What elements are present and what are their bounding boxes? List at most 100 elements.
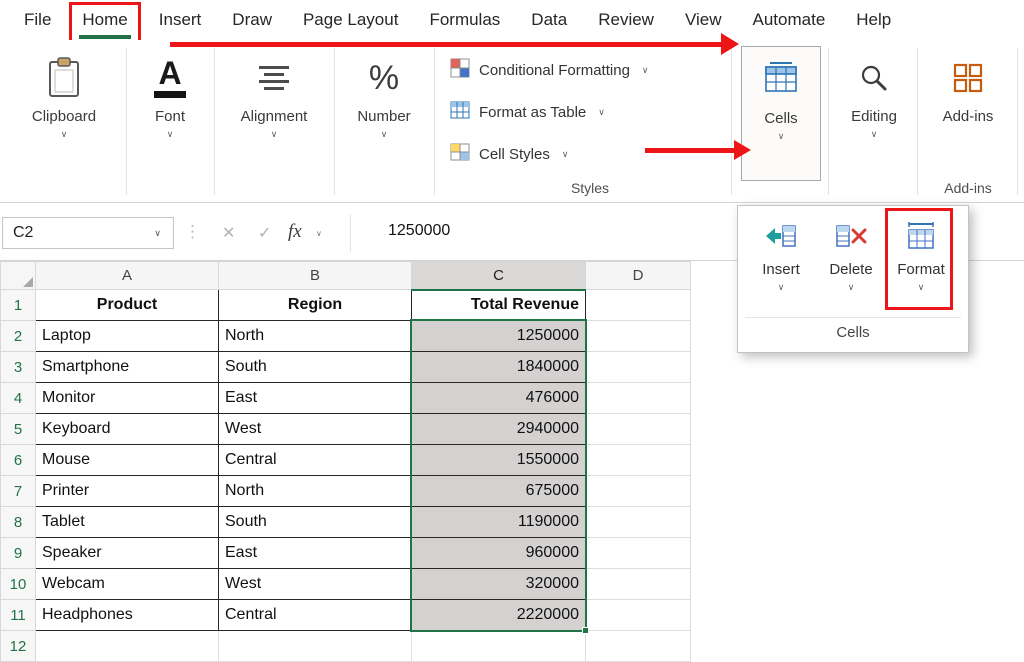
editing-group-button[interactable]: Editing ∨ xyxy=(831,50,917,139)
cell-D2[interactable] xyxy=(586,321,691,352)
cancel-icon[interactable]: ✕ xyxy=(222,223,235,243)
alignment-group-button[interactable]: Alignment ∨ xyxy=(216,50,332,139)
menu-tab-insert[interactable]: Insert xyxy=(159,10,202,30)
select-all-corner[interactable] xyxy=(1,262,36,290)
row-header-10[interactable]: 10 xyxy=(1,569,36,600)
row-header-12[interactable]: 12 xyxy=(1,631,36,662)
row-header-2[interactable]: 2 xyxy=(1,321,36,352)
cell-A3[interactable]: Smartphone xyxy=(36,352,219,383)
formula-bar-splitter[interactable]: ⋮ xyxy=(184,222,201,242)
menu-tab-file[interactable]: File xyxy=(24,10,51,30)
cell-C4[interactable]: 476000 xyxy=(412,383,586,414)
insert-menu-label: Insert xyxy=(762,261,800,278)
cell-A11[interactable]: Headphones xyxy=(36,600,219,631)
column-header-a[interactable]: A xyxy=(36,262,219,290)
cell-B12[interactable] xyxy=(219,631,412,662)
formula-input[interactable]: 1250000 xyxy=(388,222,450,240)
delete-menu-button[interactable]: Delete ∨ xyxy=(819,219,883,293)
cell-A2[interactable]: Laptop xyxy=(36,321,219,352)
cell-B10[interactable]: West xyxy=(219,569,412,600)
cell-D7[interactable] xyxy=(586,476,691,507)
cell-D3[interactable] xyxy=(586,352,691,383)
cell-D6[interactable] xyxy=(586,445,691,476)
row-header-5[interactable]: 5 xyxy=(1,414,36,445)
name-box[interactable]: C2 ∨ xyxy=(2,217,174,249)
font-group-button[interactable]: A Font ∨ xyxy=(128,50,212,139)
row-header-6[interactable]: 6 xyxy=(1,445,36,476)
cell-D10[interactable] xyxy=(586,569,691,600)
cell-D5[interactable] xyxy=(586,414,691,445)
cell-A5[interactable]: Keyboard xyxy=(36,414,219,445)
addins-button[interactable]: Add-ins xyxy=(922,50,1014,125)
chevron-down-icon: ∨ xyxy=(778,282,785,293)
cell-A6[interactable]: Mouse xyxy=(36,445,219,476)
cell-A7[interactable]: Printer xyxy=(36,476,219,507)
conditional-formatting-button[interactable]: Conditional Formatting ∨ xyxy=(450,56,649,84)
cell-B8[interactable]: South xyxy=(219,507,412,538)
menu-tab-home[interactable]: Home xyxy=(82,10,127,30)
cell-B7[interactable]: North xyxy=(219,476,412,507)
cell-D12[interactable] xyxy=(586,631,691,662)
row-header-7[interactable]: 7 xyxy=(1,476,36,507)
row-header-9[interactable]: 9 xyxy=(1,538,36,569)
menu-tab-draw[interactable]: Draw xyxy=(232,10,272,30)
cell-B1[interactable]: Region xyxy=(219,290,412,321)
cell-B5[interactable]: West xyxy=(219,414,412,445)
cell-C9[interactable]: 960000 xyxy=(412,538,586,569)
cell-C10[interactable]: 320000 xyxy=(412,569,586,600)
column-header-c[interactable]: C xyxy=(412,262,586,290)
format-as-table-button[interactable]: Format as Table ∨ xyxy=(450,98,605,126)
number-group-button[interactable]: % Number ∨ xyxy=(336,50,432,139)
cell-D4[interactable] xyxy=(586,383,691,414)
cell-C12[interactable] xyxy=(412,631,586,662)
cell-D8[interactable] xyxy=(586,507,691,538)
row-header-3[interactable]: 3 xyxy=(1,352,36,383)
cell-styles-button[interactable]: Cell Styles ∨ xyxy=(450,140,568,168)
menu-tab-review[interactable]: Review xyxy=(598,10,654,30)
cell-B6[interactable]: Central xyxy=(219,445,412,476)
menu-tab-help[interactable]: Help xyxy=(856,10,891,30)
column-header-b[interactable]: B xyxy=(219,262,412,290)
cell-A4[interactable]: Monitor xyxy=(36,383,219,414)
cell-B2[interactable]: North xyxy=(219,321,412,352)
cells-group-button[interactable]: Cells ∨ xyxy=(741,46,821,181)
chevron-down-icon[interactable]: ∨ xyxy=(154,228,161,239)
cell-B4[interactable]: East xyxy=(219,383,412,414)
row-header-4[interactable]: 4 xyxy=(1,383,36,414)
cell-A12[interactable] xyxy=(36,631,219,662)
cell-D1[interactable] xyxy=(586,290,691,321)
cell-C11[interactable]: 2220000 xyxy=(412,600,586,631)
cell-C1[interactable]: Total Revenue xyxy=(412,290,586,321)
grid-row-10: 10WebcamWest320000 xyxy=(1,569,691,600)
cell-D9[interactable] xyxy=(586,538,691,569)
clipboard-group-button[interactable]: Clipboard ∨ xyxy=(8,50,120,139)
row-header-11[interactable]: 11 xyxy=(1,600,36,631)
cell-B3[interactable]: South xyxy=(219,352,412,383)
cell-B9[interactable]: East xyxy=(219,538,412,569)
column-header-d[interactable]: D xyxy=(586,262,691,290)
chevron-down-icon: ∨ xyxy=(642,65,649,76)
cell-A9[interactable]: Speaker xyxy=(36,538,219,569)
cell-A10[interactable]: Webcam xyxy=(36,569,219,600)
cell-C2[interactable]: 1250000 xyxy=(412,321,586,352)
insert-function-icon[interactable]: fx xyxy=(288,221,302,243)
menu-tab-automate[interactable]: Automate xyxy=(753,10,826,30)
insert-menu-button[interactable]: Insert ∨ xyxy=(749,219,813,293)
cell-C6[interactable]: 1550000 xyxy=(412,445,586,476)
menu-tab-view[interactable]: View xyxy=(685,10,722,30)
cell-B11[interactable]: Central xyxy=(219,600,412,631)
cell-A8[interactable]: Tablet xyxy=(36,507,219,538)
format-menu-button[interactable]: Format ∨ xyxy=(889,219,953,293)
cell-C5[interactable]: 2940000 xyxy=(412,414,586,445)
cell-C7[interactable]: 675000 xyxy=(412,476,586,507)
enter-icon[interactable]: ✓ xyxy=(258,223,271,243)
menu-tab-data[interactable]: Data xyxy=(531,10,567,30)
row-header-1[interactable]: 1 xyxy=(1,290,36,321)
cell-C3[interactable]: 1840000 xyxy=(412,352,586,383)
menu-tab-page-layout[interactable]: Page Layout xyxy=(303,10,398,30)
cell-D11[interactable] xyxy=(586,600,691,631)
menu-tab-formulas[interactable]: Formulas xyxy=(429,10,500,30)
cell-A1[interactable]: Product xyxy=(36,290,219,321)
cell-C8[interactable]: 1190000 xyxy=(412,507,586,538)
row-header-8[interactable]: 8 xyxy=(1,507,36,538)
